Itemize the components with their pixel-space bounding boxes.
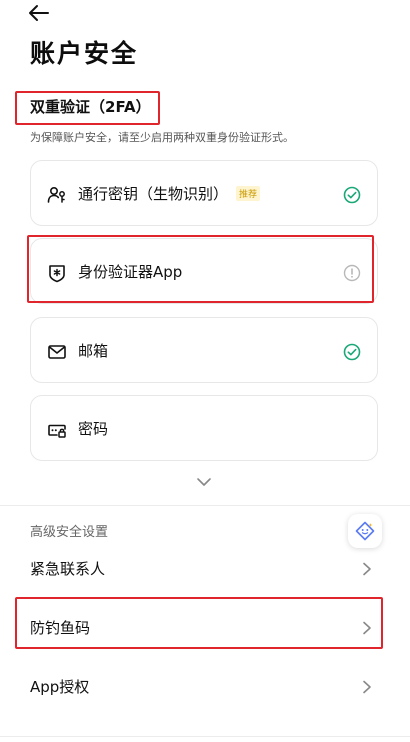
page-title: 账户安全	[30, 39, 139, 68]
method-email-label: 邮箱	[78, 342, 109, 360]
section-divider	[0, 505, 410, 506]
chevron-down-icon	[197, 478, 211, 486]
passkey-icon	[47, 186, 65, 203]
method-passkey-label: 通行密钥（生物识别）	[78, 185, 229, 203]
check-circle-icon	[343, 343, 361, 361]
method-email[interactable]: 邮箱	[30, 317, 378, 383]
row-anti-phishing-label: 防钓鱼码	[30, 619, 91, 637]
chevron-right-icon	[363, 680, 371, 694]
section-title-2fa: 双重验证（2FA）	[30, 98, 151, 116]
row-anti-phishing-code[interactable]: 防钓鱼码	[0, 603, 410, 653]
method-authenticator-label: 身份验证器App	[78, 263, 183, 281]
recommended-badge: 推荐	[236, 186, 261, 201]
method-password[interactable]: 密码	[30, 395, 378, 461]
check-circle-icon	[343, 186, 361, 204]
chevron-right-icon	[363, 621, 371, 635]
mail-icon	[48, 345, 66, 359]
assistant-bot-icon	[355, 521, 375, 541]
chevron-right-icon	[363, 562, 371, 576]
section-description-2fa: 为保障账户安全，请至少启用两种双重身份验证形式。	[30, 131, 294, 144]
row-app-authorization-label: App授权	[30, 678, 90, 696]
method-authenticator-app[interactable]: 身份验证器App	[30, 238, 378, 304]
arrow-left-icon	[29, 5, 49, 21]
row-emergency-contact[interactable]: 紧急联系人	[0, 544, 410, 594]
shield-asterisk-icon	[49, 265, 65, 283]
bottom-divider	[0, 736, 410, 737]
back-button[interactable]	[28, 4, 50, 22]
method-passkey[interactable]: 通行密钥（生物识别） 推荐	[30, 160, 378, 226]
password-lock-icon	[48, 424, 66, 438]
row-emergency-contact-label: 紧急联系人	[30, 560, 106, 578]
assistant-button[interactable]	[348, 514, 382, 548]
method-password-label: 密码	[78, 420, 109, 438]
expand-button[interactable]	[196, 472, 212, 486]
row-app-authorization[interactable]: App授权	[0, 662, 410, 712]
warning-circle-icon	[343, 264, 361, 282]
section-title-advanced: 高级安全设置	[30, 525, 109, 540]
